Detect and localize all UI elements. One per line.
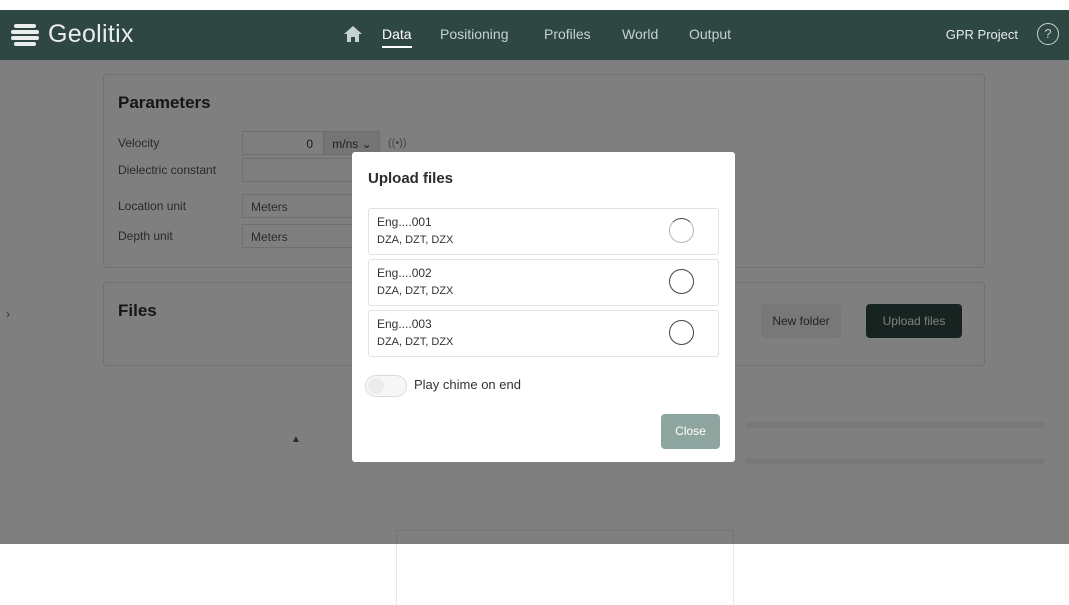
file-types: DZA, DZT, DZX <box>377 336 454 348</box>
upload-files-modal: Upload files Eng....001 DZA, DZT, DZX En… <box>352 152 735 462</box>
top-band <box>0 0 1069 10</box>
upload-progress-spinner-icon <box>669 218 694 243</box>
brand-name: Geolitix <box>48 19 134 48</box>
upload-file-item: Eng....003 DZA, DZT, DZX <box>368 310 719 357</box>
upload-file-item: Eng....001 DZA, DZT, DZX <box>368 208 719 255</box>
play-chime-label: Play chime on end <box>414 377 521 392</box>
file-name: Eng....001 <box>377 215 432 229</box>
upload-progress-spinner-icon <box>669 320 694 345</box>
project-name[interactable]: GPR Project <box>946 27 1018 42</box>
file-name: Eng....003 <box>377 317 432 331</box>
geolitix-logo-icon <box>11 24 39 46</box>
file-types: DZA, DZT, DZX <box>377 285 454 297</box>
nav-link-positioning[interactable]: Positioning <box>440 26 509 42</box>
close-button[interactable]: Close <box>661 414 720 449</box>
modal-title: Upload files <box>368 170 454 187</box>
nav-link-world[interactable]: World <box>622 26 658 42</box>
file-name: Eng....002 <box>377 266 432 280</box>
upload-progress-spinner-icon <box>669 269 694 294</box>
nav-link-profiles[interactable]: Profiles <box>544 26 591 42</box>
play-chime-toggle[interactable] <box>365 375 407 397</box>
file-types: DZA, DZT, DZX <box>377 234 454 246</box>
toggle-knob <box>368 378 384 394</box>
nav-link-output[interactable]: Output <box>689 26 731 42</box>
help-icon[interactable]: ? <box>1037 23 1059 45</box>
home-icon[interactable] <box>343 24 363 44</box>
brand[interactable]: Geolitix <box>10 19 134 49</box>
nav-link-data[interactable]: Data <box>382 26 412 48</box>
top-nav-bar: Geolitix Data Positioning Profiles World… <box>0 10 1069 60</box>
upload-file-item: Eng....002 DZA, DZT, DZX <box>368 259 719 306</box>
